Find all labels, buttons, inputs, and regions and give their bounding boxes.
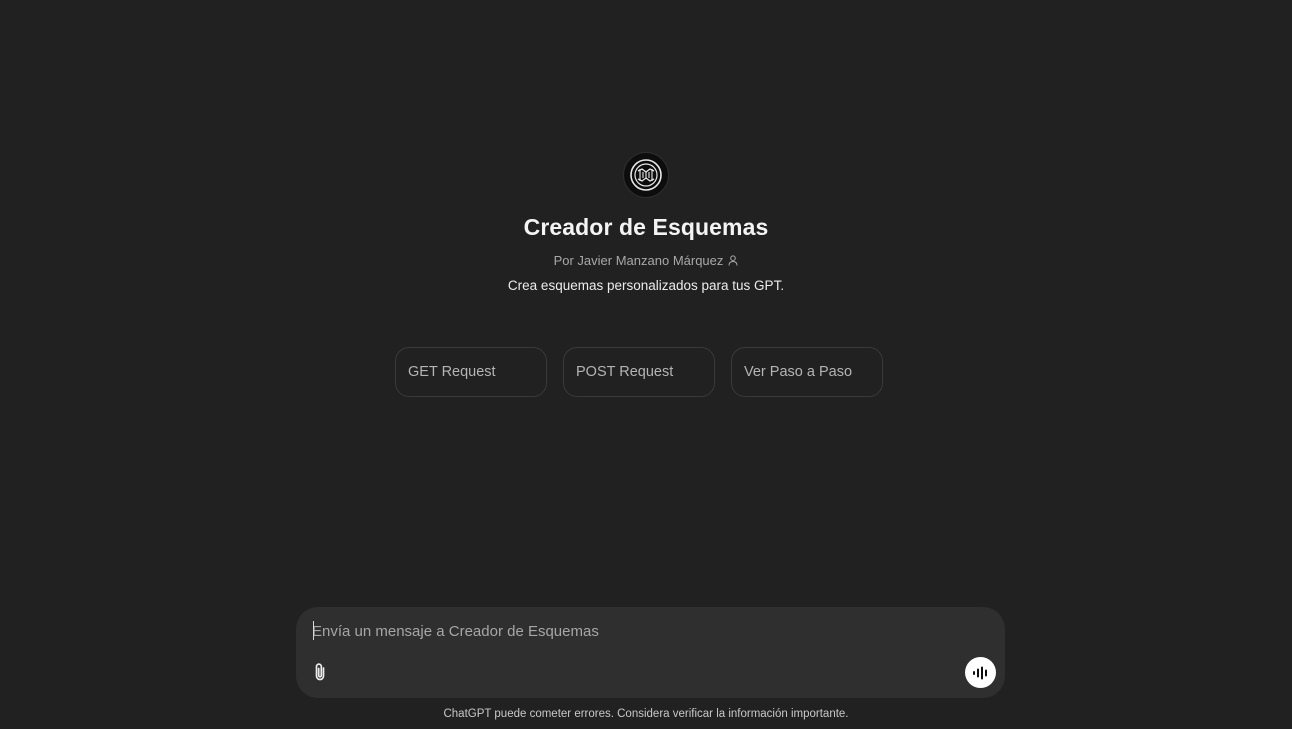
chat-page: Creador de Esquemas Por Javier Manzano M… <box>0 0 1292 729</box>
maze-logo-icon <box>630 159 662 191</box>
gpt-title: Creador de Esquemas <box>523 214 769 240</box>
starter-post-request[interactable]: POST Request <box>563 347 715 397</box>
gpt-description: Crea esquemas personalizados para tus GP… <box>507 278 785 293</box>
starter-get-request[interactable]: GET Request <box>395 347 547 397</box>
message-input[interactable] <box>312 619 952 643</box>
message-composer <box>296 607 1005 698</box>
starter-step-by-step[interactable]: Ver Paso a Paso <box>731 347 883 397</box>
gpt-author[interactable]: Por Javier Manzano Márquez <box>554 253 739 268</box>
disclaimer-note: ChatGPT puede cometer errores. Considera… <box>443 708 849 720</box>
conversation-starters: GET Request POST Request Ver Paso a Paso <box>395 347 883 397</box>
paperclip-icon <box>315 663 325 681</box>
voice-mode-button[interactable] <box>965 657 996 688</box>
text-caret <box>313 621 314 640</box>
person-icon <box>728 255 738 266</box>
gpt-hero: Creador de Esquemas Por Javier Manzano M… <box>0 152 1292 293</box>
attach-button[interactable] <box>309 660 331 684</box>
voice-mode-icon <box>972 666 987 679</box>
gpt-author-label: Por Javier Manzano Márquez <box>553 253 724 268</box>
gpt-avatar <box>623 152 669 198</box>
